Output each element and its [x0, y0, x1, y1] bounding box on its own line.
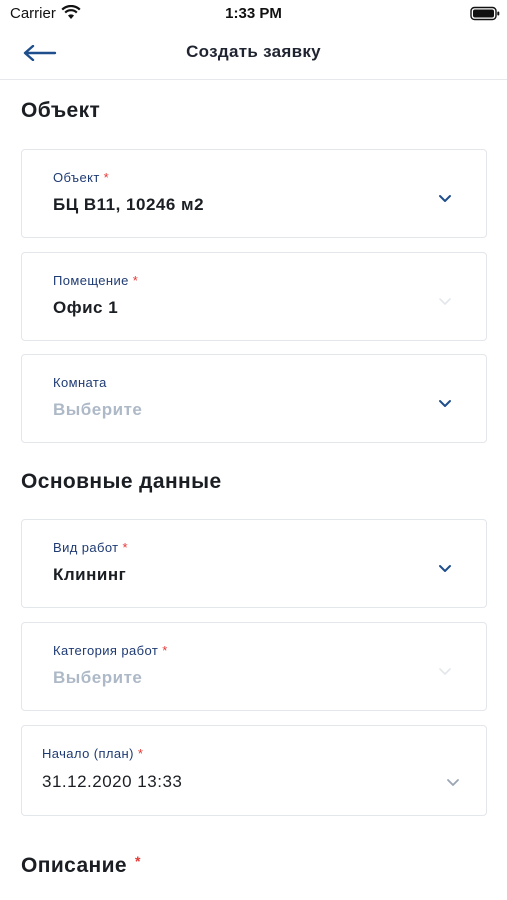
- premises-label: Помещение *: [53, 273, 139, 288]
- start-date-label: Начало (план) *: [42, 746, 144, 761]
- required-mark: *: [137, 746, 144, 761]
- premises-select[interactable]: Помещение * Офис 1: [21, 252, 487, 341]
- section-title-main-data: Основные данные: [21, 470, 222, 493]
- create-request-screen: Carrier 1:33 PM Создать заявку Объект Об…: [0, 0, 507, 900]
- required-mark: *: [135, 853, 141, 869]
- start-date-picker[interactable]: Начало (план) * 31.12.2020 13:33: [21, 725, 487, 816]
- work-type-select[interactable]: Вид работ * Клининг: [21, 519, 487, 608]
- status-time: 1:33 PM: [225, 5, 282, 22]
- room-placeholder: Выберите: [53, 400, 143, 419]
- navigation-bar: Создать заявку: [0, 28, 507, 80]
- required-mark: *: [122, 540, 129, 555]
- room-select[interactable]: Комната Выберите: [21, 354, 487, 443]
- section-title-description: Описание *: [21, 853, 141, 877]
- chevron-down-icon: [439, 668, 451, 675]
- work-type-value: Клининг: [53, 565, 127, 584]
- object-select[interactable]: Объект * БЦ В11, 10246 м2: [21, 149, 487, 238]
- work-category-placeholder: Выберите: [53, 668, 143, 687]
- room-label: Комната: [53, 375, 107, 390]
- page-title: Создать заявку: [186, 42, 321, 61]
- chevron-down-icon: [447, 779, 459, 786]
- premises-value: Офис 1: [53, 298, 119, 317]
- required-mark: *: [162, 643, 168, 658]
- chevron-down-icon: [439, 400, 451, 407]
- required-mark: *: [103, 170, 110, 185]
- object-value: БЦ В11, 10246 м2: [53, 195, 205, 214]
- work-category-select[interactable]: Категория работ * Выберите: [21, 622, 487, 711]
- required-mark: *: [132, 273, 139, 288]
- chevron-down-icon: [439, 195, 451, 202]
- chevron-down-icon: [439, 298, 451, 305]
- section-title-object: Объект: [21, 99, 101, 122]
- work-category-label: Категория работ *: [53, 643, 168, 658]
- work-type-label: Вид работ *: [53, 540, 129, 555]
- chevron-down-icon: [439, 565, 451, 572]
- object-label: Объект *: [53, 170, 110, 185]
- start-date-value: 31.12.2020 13:33: [42, 772, 183, 791]
- status-bar: Carrier 1:33 PM: [0, 0, 507, 28]
- battery-icon: [470, 6, 500, 21]
